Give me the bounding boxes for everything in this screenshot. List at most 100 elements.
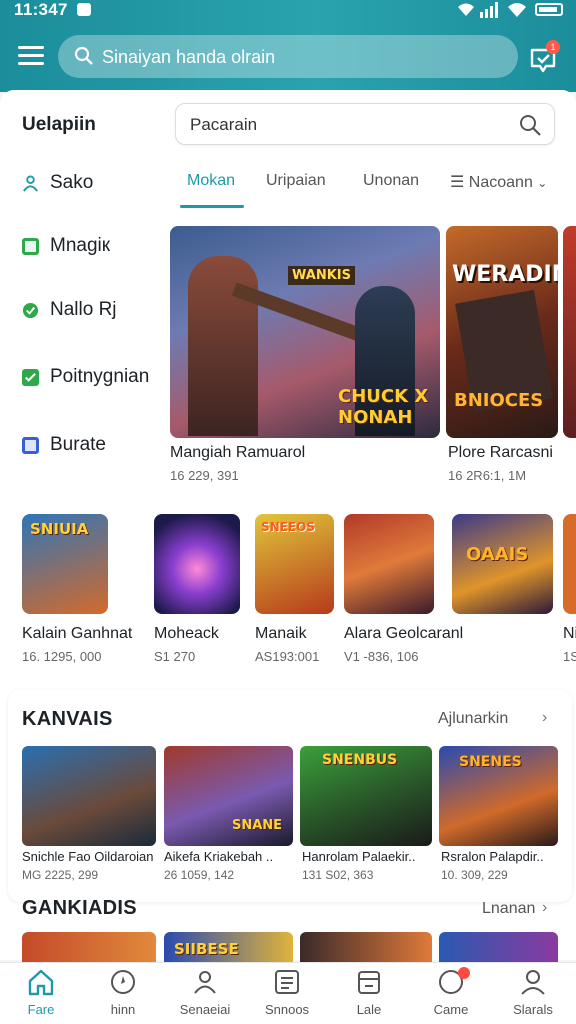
section-title: KANVAIS [22,708,113,730]
featured-game-card[interactable]: WANKIS CHUCK X NONAH [170,226,440,438]
banner-art-logo: BNIOCES [454,390,544,411]
game-card[interactable] [439,932,558,962]
card-art-text: SNENBUS [322,752,398,768]
game-card[interactable] [22,746,156,846]
search-icon [74,46,93,65]
nav-label: Fare [27,1002,55,1017]
game-thumbnail[interactable]: SNEEOS [255,514,334,614]
game-title: Kalain Ganhnat [22,625,133,642]
list-icon: ☰ [450,174,465,191]
nav-home[interactable]: Fare [0,963,82,1024]
wifi-icon [458,3,474,16]
chevron-right-icon[interactable]: › [542,709,547,727]
tab-nacoann[interactable]: ☰ Nacoann ⌄ [450,172,547,192]
game-meta: MG 2225, 299 [22,868,99,882]
banner-title: Plore Rarcasni [448,444,553,461]
checkbox-icon [22,369,39,386]
card-art-text: SIIBESE [174,940,239,958]
sim-icon [77,3,91,16]
nav-label: hinn [110,1002,136,1017]
game-thumbnail[interactable]: SNIUIA [22,514,108,614]
nav-label: Came [433,1002,469,1017]
card-art-text: SNANE [232,818,283,833]
sidebar-item-burate[interactable]: Burate [20,432,160,462]
wifi-icon [508,3,526,17]
game-meta: 26 1059, 142 [164,868,235,882]
sidebar-item-mnagik[interactable]: Mnagiк [20,233,160,263]
thumbnail-art-text: SNEEOS [261,520,315,534]
see-more-link[interactable]: Ajlunarkin [438,710,508,728]
search-placeholder: Pacarain [190,115,258,134]
banner-art-title: WERADIN [452,262,558,287]
notification-badge [458,967,470,979]
users-icon [194,971,216,994]
game-title: Ni [563,625,576,642]
game-card[interactable]: SNANE [164,746,293,846]
green-square-icon [22,238,39,255]
sidebar-item-poitnygnian[interactable]: Pоitnygnian [20,364,160,394]
sidebar-item-label: Mnagiк [50,235,111,256]
nav-slarals[interactable]: Slarals [492,963,574,1024]
status-time: 11:347 [14,0,68,19]
nav-senaeiai[interactable]: Senaeiai [164,963,246,1024]
banner-meta: 16 2R6:1, 1M [448,468,527,483]
chevron-right-icon[interactable]: › [542,899,547,917]
nav-came[interactable]: Came [410,963,492,1024]
header-search-bar[interactable]: Sinaiyan handa olrain [58,35,518,78]
sidebar-title: Uelapiin [22,114,96,135]
banner-art-title: WANKIS [288,266,355,285]
nav-hinn[interactable]: hinn [82,963,164,1024]
sidebar-item-label: Nallo Rj [50,299,117,320]
signal-icon [480,2,498,18]
nav-snnoos[interactable]: Snnoos [246,963,328,1024]
tab-label: Nacoann [468,174,533,191]
game-title: Aikefa Kriakebah .. [164,849,274,864]
check-badge-icon [22,302,39,319]
game-title: Manaik [255,625,307,642]
game-title: Moheack [154,625,219,642]
home-icon [28,969,54,996]
notification-button[interactable]: 1 [528,40,562,74]
game-title: Rsralon Palapdir.. [441,849,544,864]
featured-game-card-partial[interactable] [563,226,576,438]
game-card[interactable] [300,932,432,962]
game-meta: V1 -836, 106 [344,649,419,664]
search-input[interactable]: Pacarain [175,103,555,145]
sidebar-item-nallo[interactable]: Nallo Rj [20,297,160,327]
see-more-link[interactable]: Lnanan [482,900,535,918]
card-art-text: SNENES [459,754,522,770]
game-card[interactable]: SNENES [439,746,558,846]
game-thumbnail-partial[interactable] [563,514,576,614]
profile-icon [521,970,545,995]
tab-uripaian[interactable]: Uripaian [266,172,326,190]
game-thumbnail[interactable] [154,514,240,614]
hamburger-menu-button[interactable] [14,42,48,70]
sidebar-item-label: Sako [50,172,94,193]
sidebar-item-label: Burate [50,434,106,455]
game-thumbnail[interactable] [344,514,434,614]
app-header: 11:347 Sinaiyan handa olrain 1 [0,0,576,92]
nav-lale[interactable]: Lale [328,963,410,1024]
compass-icon [111,970,135,994]
game-thumbnail[interactable]: OAAIS [452,514,553,614]
game-meta: 16. 1295, 000 [22,649,102,664]
tab-unonan[interactable]: Unonan [363,172,419,190]
sidebar-item-sako[interactable]: Sako [20,170,160,200]
person-icon [23,175,38,192]
calendar-icon [358,971,380,994]
status-bar: 11:347 [0,0,576,22]
featured-game-card[interactable]: WERADIN BNIOCES [446,226,558,438]
game-meta: S1 270 [154,649,196,664]
game-card[interactable] [22,932,156,962]
tab-mokan[interactable]: Mokan [187,172,235,190]
chevron-down-icon: ⌄ [537,176,548,190]
active-tab-indicator [180,205,244,208]
header-search-text: Sinaiyan handa olrain [102,47,276,67]
banner-title: Mangiah Ramuarol [170,444,306,461]
game-card[interactable]: SNENBUS [300,746,432,846]
thumbnail-art-text: SNIUIA [30,520,89,538]
game-card[interactable]: SIIBESE [164,932,293,962]
game-title: Alara Geolcaranl [344,625,464,642]
game-meta: 10. 309, 229 [441,868,508,882]
nav-label: Snnoos [264,1002,310,1017]
